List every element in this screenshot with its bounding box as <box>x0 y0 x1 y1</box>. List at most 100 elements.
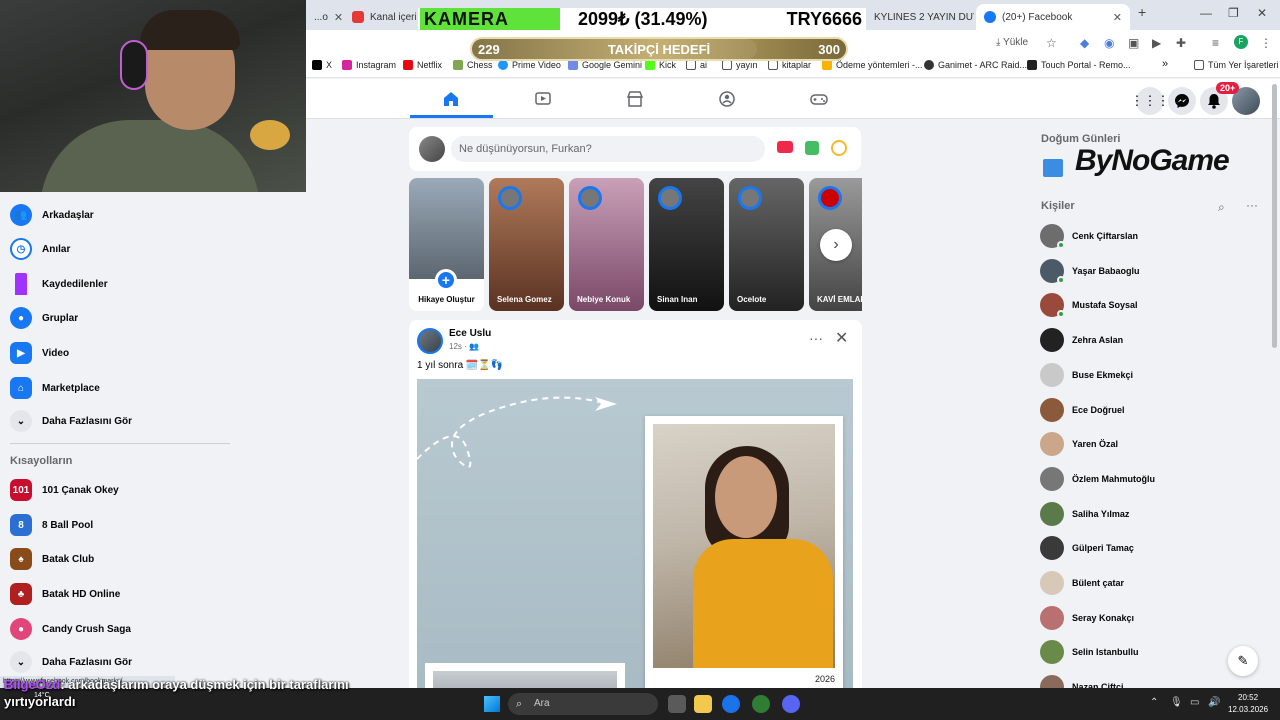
network-icon[interactable]: ▭ <box>1190 697 1199 708</box>
restore-icon[interactable]: ❐ <box>1228 6 1239 20</box>
search-icon[interactable]: ⌕ <box>1218 200 1225 215</box>
bookmark-folder[interactable]: ai <box>686 60 707 70</box>
all-bookmarks-button[interactable]: Tüm Yer İşaretleri <box>1194 60 1279 70</box>
bookmark-item[interactable]: Google Gemini <box>568 60 642 70</box>
new-message-button[interactable]: ✎ <box>1228 646 1258 676</box>
live-video-icon[interactable] <box>777 141 793 153</box>
video-icon[interactable] <box>533 89 553 109</box>
discord-icon[interactable] <box>782 695 800 713</box>
play-extension-icon[interactable]: ▶ <box>1152 36 1161 50</box>
shortcut-item[interactable]: ♠ Batak Club <box>10 546 94 572</box>
file-explorer-icon[interactable] <box>694 695 712 713</box>
stories-next-button[interactable]: › <box>820 229 852 261</box>
sidebar-item-memories[interactable]: ◷ Anılar <box>10 236 70 262</box>
bookmark-star-icon[interactable]: ☆ <box>1046 36 1057 50</box>
reading-list-icon[interactable]: ≡ <box>1212 36 1219 50</box>
page-scrollbar[interactable] <box>1272 84 1277 348</box>
chevron-up-icon[interactable]: ⌃ <box>1150 697 1158 708</box>
groups-icon[interactable] <box>717 89 737 109</box>
sidebar-item-friends[interactable]: 👥 Arkadaşlar <box>10 202 94 228</box>
close-tab-icon[interactable]: ✕ <box>334 11 342 24</box>
close-tab-icon[interactable]: ✕ <box>1113 11 1122 24</box>
contact-item[interactable]: Bülent çatar <box>1040 570 1124 596</box>
extension-audio-icon[interactable]: ◉ <box>1104 36 1114 50</box>
browser-tab[interactable]: Kanal içeriği - ... <box>344 4 416 30</box>
new-tab-button[interactable]: + <box>1138 4 1146 20</box>
translate-icon[interactable]: ◆ <box>1080 36 1089 50</box>
hide-post-icon[interactable]: ✕ <box>835 328 848 348</box>
browser-tab[interactable]: KYLINES 2 YAYIN DUYU...✕ <box>866 4 974 30</box>
bookmark-item[interactable]: Chess <box>453 60 493 70</box>
home-icon[interactable] <box>441 89 461 109</box>
menu-grid-button[interactable]: ⋮⋮⋮ <box>1131 87 1170 115</box>
messenger-button[interactable] <box>1168 87 1196 115</box>
contact-item[interactable]: Gülperi Tamaç <box>1040 535 1134 561</box>
bookmark-item[interactable]: X <box>312 60 332 70</box>
sidebar-item-saved[interactable]: Kaydedilenler <box>10 271 108 297</box>
browser-tab-active[interactable]: (20+) Facebook ✕ <box>976 4 1130 30</box>
bookmarks-overflow-button[interactable]: » <box>1162 58 1168 70</box>
feeling-icon[interactable] <box>831 140 847 156</box>
create-story-card[interactable]: + Hikaye Oluştur <box>409 178 484 311</box>
taskbar-clock[interactable]: 20:52 12.03.2026 <box>1228 692 1268 716</box>
gaming-icon[interactable] <box>809 89 829 109</box>
bookmark-folder[interactable]: yayın <box>722 60 758 70</box>
shortcuts-see-more-button[interactable]: ⌄ Daha Fazlasını Gör <box>10 649 132 675</box>
contact-item[interactable]: Yaşar Babaoglu <box>1040 258 1140 284</box>
contact-item[interactable]: Mustafa Soysal <box>1040 292 1138 319</box>
profile-avatar[interactable]: F <box>1234 35 1248 49</box>
post-author-name[interactable]: Ece Uslu <box>449 328 491 339</box>
bookmark-item[interactable]: Touch Portal - Remo... <box>1027 60 1131 70</box>
bookmark-item[interactable]: Netflix <box>403 60 442 70</box>
volume-icon[interactable]: 🔊 <box>1208 697 1220 708</box>
task-view-icon[interactable] <box>668 695 686 713</box>
shortcut-item[interactable]: ● Candy Crush Saga <box>10 616 131 642</box>
taskbar-search[interactable]: Ara <box>508 693 658 715</box>
photo-icon[interactable] <box>805 141 819 155</box>
story-card[interactable]: Selena Gomez <box>489 178 564 311</box>
marketplace-icon[interactable] <box>625 89 645 109</box>
post-author-avatar[interactable] <box>417 328 443 354</box>
bookmark-item[interactable]: Prime Video <box>498 60 561 70</box>
contact-item[interactable]: Özlem Mahmutoğlu <box>1040 466 1155 492</box>
contact-item[interactable]: Yaren Özal <box>1040 431 1118 457</box>
microphone-icon[interactable]: 🎙 <box>1170 697 1183 708</box>
contact-item[interactable]: Seray Konakçı <box>1040 605 1134 631</box>
story-card[interactable]: Sinan Inan <box>649 178 724 311</box>
bookmark-item[interactable]: Ganimet - ARC Raid... <box>924 60 1027 70</box>
contact-item[interactable]: Ece Doğruel <box>1040 397 1125 423</box>
contact-item[interactable]: Buse Ekmekçi <box>1040 362 1133 388</box>
sidebar-item-marketplace[interactable]: ⌂ Marketplace <box>10 375 100 401</box>
post-image[interactable]: 2026 <box>417 379 853 700</box>
start-button[interactable] <box>484 696 500 712</box>
shortcut-item[interactable]: 101 101 Çanak Okey <box>10 477 119 503</box>
contact-item[interactable]: Saliha Yılmaz <box>1040 501 1129 527</box>
extension-icon[interactable]: ▣ <box>1128 36 1139 50</box>
contact-item[interactable]: Cenk Çiftarslan <box>1040 223 1138 249</box>
post-options-icon[interactable]: ··· <box>809 330 823 346</box>
composer-input[interactable]: Ne düşünüyorsun, Furkan? <box>451 136 765 162</box>
story-card[interactable]: Nebiye Konuk <box>569 178 644 311</box>
shortcut-item[interactable]: 8 8 Ball Pool <box>10 512 93 538</box>
bookmark-item[interactable]: Kick <box>645 60 676 70</box>
see-more-button[interactable]: ⌄ Daha Fazlasını Gör <box>10 408 132 434</box>
chrome-icon[interactable] <box>722 695 740 713</box>
close-window-icon[interactable]: ✕ <box>1257 6 1267 20</box>
sidebar-item-video[interactable]: ▶ Video <box>10 340 69 366</box>
contact-item[interactable]: Zehra Aslan <box>1040 327 1123 353</box>
app-icon[interactable] <box>752 695 770 713</box>
bookmark-item[interactable]: Instagram <box>342 60 396 70</box>
shortcut-item[interactable]: ♣ Batak HD Online <box>10 581 120 607</box>
puzzle-icon[interactable]: ✚ <box>1176 36 1186 50</box>
contacts-options-icon[interactable]: ··· <box>1246 198 1258 212</box>
menu-kebab-icon[interactable]: ⋮ <box>1260 36 1272 50</box>
sidebar-item-groups[interactable]: ● Gruplar <box>10 305 78 331</box>
contact-item[interactable]: Selin Istanbullu <box>1040 639 1139 665</box>
minimize-icon[interactable]: — <box>1200 6 1212 20</box>
bookmark-folder[interactable]: kitaplar <box>768 60 811 70</box>
story-card[interactable]: Ocelote <box>729 178 804 311</box>
bookmark-item[interactable]: Ödeme yöntemleri -... <box>822 60 923 70</box>
browser-tab[interactable]: ...o ✕ <box>306 4 342 30</box>
user-avatar[interactable] <box>419 136 445 162</box>
download-button[interactable]: ⤓ Yükle <box>996 37 1028 48</box>
